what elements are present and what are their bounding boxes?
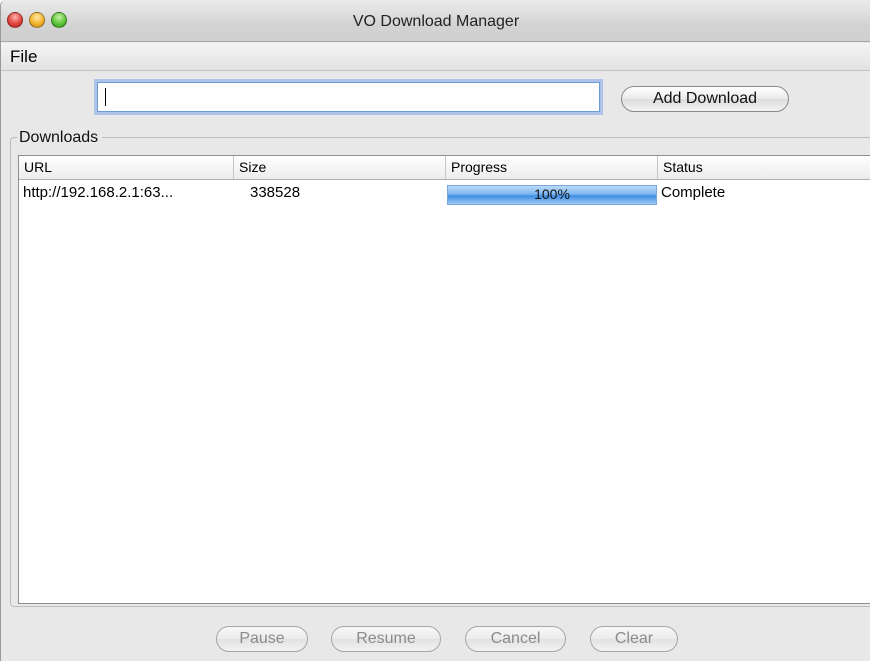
download-manager-window: VO Download Manager File Add Download Do… (0, 0, 870, 661)
resume-button[interactable]: Resume (331, 626, 441, 652)
pause-button[interactable]: Pause (216, 626, 308, 652)
table-header: URL Size Progress Status (19, 156, 870, 180)
column-header-url[interactable]: URL (19, 156, 234, 179)
downloads-group-label: Downloads (17, 129, 103, 147)
table-row[interactable]: http://192.168.2.1:63... 338528 100% Com… (19, 181, 870, 205)
downloads-table[interactable]: URL Size Progress Status http://192.168.… (18, 155, 870, 604)
cell-size: 338528 (250, 184, 301, 201)
text-caret (105, 88, 106, 106)
cancel-button[interactable]: Cancel (465, 626, 566, 652)
action-buttons: Pause Resume Cancel Clear (1, 626, 870, 656)
cell-url: http://192.168.2.1:63... (23, 184, 174, 201)
column-header-status[interactable]: Status (658, 156, 870, 179)
title-bar: VO Download Manager (1, 0, 870, 42)
clear-button[interactable]: Clear (590, 626, 678, 652)
cell-status: Complete (661, 184, 726, 201)
progress-bar: 100% (447, 185, 657, 205)
column-header-progress[interactable]: Progress (446, 156, 658, 179)
add-download-button[interactable]: Add Download (621, 86, 789, 112)
window-title: VO Download Manager (352, 13, 520, 30)
menu-file[interactable]: File (10, 47, 37, 67)
progress-label: 100% (534, 186, 570, 202)
cell-progress: 100% (447, 181, 657, 205)
menu-bar: File (1, 43, 870, 71)
column-header-size[interactable]: Size (234, 156, 446, 179)
download-url-input[interactable] (97, 82, 600, 112)
